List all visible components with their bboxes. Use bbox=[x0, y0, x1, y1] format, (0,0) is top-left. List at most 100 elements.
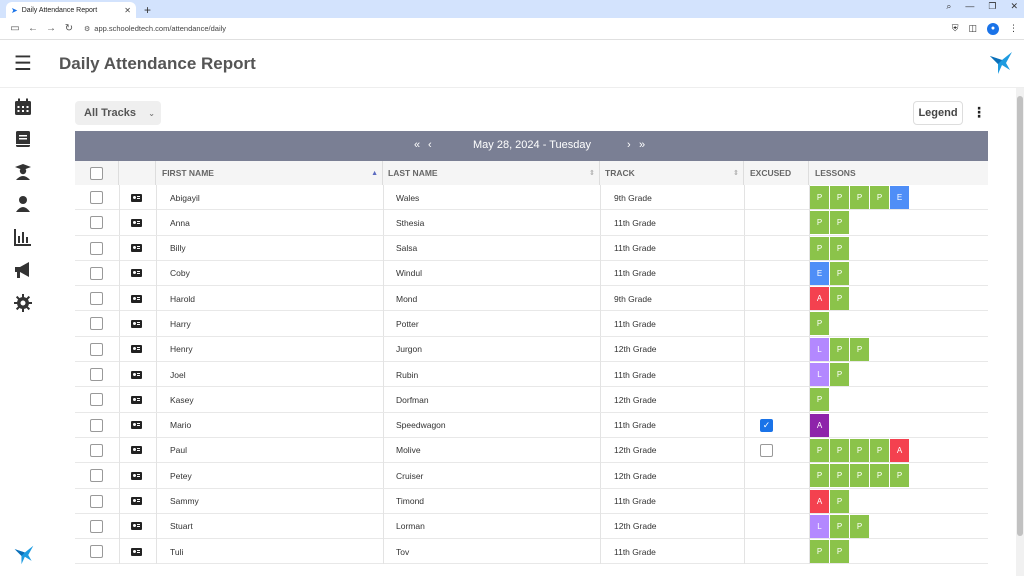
lesson-status[interactable]: E bbox=[810, 261, 829, 285]
graduate-icon[interactable] bbox=[14, 163, 32, 181]
lesson-status[interactable]: P bbox=[810, 312, 829, 336]
id-card-icon[interactable] bbox=[131, 547, 142, 556]
lesson-status[interactable]: P bbox=[870, 186, 889, 209]
hamburger-menu-icon[interactable]: ☰ bbox=[0, 51, 46, 76]
scroll-thumb[interactable] bbox=[1017, 96, 1023, 536]
first-name-header[interactable]: FIRST NAME ▲ bbox=[156, 161, 383, 185]
megaphone-icon[interactable] bbox=[14, 261, 32, 279]
lesson-status[interactable]: P bbox=[830, 464, 849, 488]
row-select-checkbox[interactable] bbox=[90, 292, 103, 306]
table-row[interactable]: Petey Cruiser 12th Grade PPPPP bbox=[75, 463, 988, 489]
lesson-status[interactable]: P bbox=[830, 186, 849, 209]
back-icon[interactable]: ← bbox=[24, 23, 42, 34]
row-select-checkbox[interactable] bbox=[90, 469, 103, 483]
row-select-checkbox[interactable] bbox=[90, 443, 103, 457]
last-name-header[interactable]: LAST NAME ⇕ bbox=[383, 161, 600, 185]
next-day-icon[interactable]: › bbox=[627, 139, 631, 151]
id-card-icon[interactable] bbox=[131, 218, 142, 227]
minimize-icon[interactable]: — bbox=[965, 1, 974, 12]
row-select-checkbox[interactable] bbox=[90, 393, 103, 407]
settings-gear-icon[interactable] bbox=[14, 294, 32, 312]
row-select-checkbox[interactable] bbox=[90, 342, 103, 356]
table-row[interactable]: Billy Salsa 11th Grade PP bbox=[75, 235, 988, 261]
lesson-status[interactable]: P bbox=[830, 337, 849, 361]
site-info-icon[interactable]: ⚙ bbox=[84, 25, 90, 33]
id-card-icon[interactable] bbox=[131, 269, 142, 278]
lesson-status[interactable]: P bbox=[810, 438, 829, 462]
lesson-status[interactable]: P bbox=[890, 464, 909, 488]
table-row[interactable]: Harry Potter 11th Grade P bbox=[75, 311, 988, 337]
row-select-checkbox[interactable] bbox=[90, 368, 103, 382]
row-select-checkbox[interactable] bbox=[90, 241, 103, 255]
row-select-checkbox[interactable] bbox=[90, 494, 103, 508]
user-icon[interactable] bbox=[14, 195, 32, 213]
page-scrollbar[interactable] bbox=[1016, 88, 1024, 576]
lesson-status[interactable]: P bbox=[810, 388, 829, 412]
lesson-status[interactable]: P bbox=[810, 540, 829, 564]
lesson-status[interactable]: P bbox=[830, 261, 849, 285]
lesson-status[interactable]: P bbox=[830, 438, 849, 462]
lesson-status[interactable]: P bbox=[830, 211, 849, 235]
bird-logo-icon[interactable] bbox=[988, 50, 1014, 76]
id-card-icon[interactable] bbox=[131, 421, 142, 430]
track-header[interactable]: TRACK ⇕ bbox=[600, 161, 744, 185]
id-card-icon[interactable] bbox=[131, 345, 142, 354]
lesson-status[interactable]: L bbox=[810, 337, 829, 361]
id-card-icon[interactable] bbox=[131, 370, 142, 379]
book-icon[interactable] bbox=[14, 130, 32, 148]
lesson-status[interactable]: L bbox=[810, 514, 829, 538]
table-row[interactable]: Stuart Lorman 12th Grade LPP bbox=[75, 513, 988, 540]
row-select-checkbox[interactable] bbox=[90, 418, 103, 432]
legend-button[interactable]: Legend bbox=[913, 101, 963, 125]
id-card-icon[interactable] bbox=[131, 497, 142, 506]
id-card-icon[interactable] bbox=[131, 395, 142, 404]
bird-logo-bottom-icon[interactable] bbox=[13, 544, 35, 566]
table-row[interactable]: Mario Speedwagon 11th Grade ✓ A bbox=[75, 412, 988, 438]
excused-checkbox[interactable]: ✓ bbox=[760, 418, 773, 432]
sidepanel-icon[interactable]: ◫ bbox=[968, 23, 977, 34]
lesson-status[interactable]: A bbox=[810, 413, 829, 437]
close-window-icon[interactable]: ✕ bbox=[1010, 1, 1018, 12]
url-field[interactable]: ⚙ app.schooledtech.com/attendance/daily bbox=[84, 24, 952, 33]
row-select-checkbox[interactable] bbox=[90, 519, 103, 533]
browser-tab[interactable]: ➤ Daily Attendance Report ✕ bbox=[6, 2, 136, 18]
lesson-status[interactable]: P bbox=[830, 540, 849, 564]
id-card-icon[interactable] bbox=[131, 193, 142, 202]
id-card-icon[interactable] bbox=[131, 446, 142, 455]
lesson-status[interactable]: A bbox=[810, 287, 829, 311]
id-card-icon[interactable] bbox=[131, 294, 142, 303]
id-card-icon[interactable] bbox=[131, 471, 142, 480]
close-tab-icon[interactable]: ✕ bbox=[124, 6, 131, 15]
previous-day-icon[interactable]: ‹ bbox=[428, 139, 432, 151]
lesson-status[interactable]: P bbox=[870, 438, 889, 462]
sort-ascending-icon[interactable]: ▲ bbox=[371, 170, 378, 177]
lesson-status[interactable]: A bbox=[890, 438, 909, 462]
table-row[interactable]: Abigayil Wales 9th Grade PPPPE bbox=[75, 185, 988, 211]
row-select-checkbox[interactable] bbox=[90, 216, 103, 230]
lesson-status[interactable]: P bbox=[850, 464, 869, 488]
first-day-icon[interactable]: « bbox=[414, 139, 420, 151]
table-row[interactable]: Paul Molive 12th Grade PPPPA bbox=[75, 437, 988, 464]
sort-icon[interactable]: ⇕ bbox=[733, 169, 739, 177]
lesson-status[interactable]: P bbox=[810, 236, 829, 260]
profile-avatar[interactable]: ● bbox=[987, 22, 999, 35]
row-select-checkbox[interactable] bbox=[90, 545, 103, 559]
calendar-icon[interactable] bbox=[14, 98, 32, 116]
select-all-checkbox[interactable] bbox=[90, 166, 103, 180]
id-card-icon[interactable] bbox=[131, 244, 142, 253]
lesson-status[interactable]: P bbox=[850, 337, 869, 361]
more-options-icon[interactable]: ⋮ bbox=[972, 104, 986, 121]
new-tab-icon[interactable]: + bbox=[144, 2, 151, 18]
table-row[interactable]: Harold Mond 9th Grade AP bbox=[75, 286, 988, 312]
row-select-checkbox[interactable] bbox=[90, 191, 103, 204]
last-day-icon[interactable]: » bbox=[639, 139, 645, 151]
excused-checkbox[interactable] bbox=[760, 443, 773, 457]
search-tabs-icon[interactable]: ⌕ bbox=[946, 1, 951, 12]
table-row[interactable]: Tuli Tov 11th Grade PP bbox=[75, 539, 988, 565]
lesson-status[interactable]: P bbox=[830, 489, 849, 513]
lesson-status[interactable]: P bbox=[830, 236, 849, 260]
lesson-status[interactable]: P bbox=[830, 363, 849, 387]
forward-icon[interactable]: → bbox=[42, 23, 60, 34]
lesson-status[interactable]: A bbox=[810, 489, 829, 513]
sort-icon[interactable]: ⇕ bbox=[589, 169, 595, 177]
